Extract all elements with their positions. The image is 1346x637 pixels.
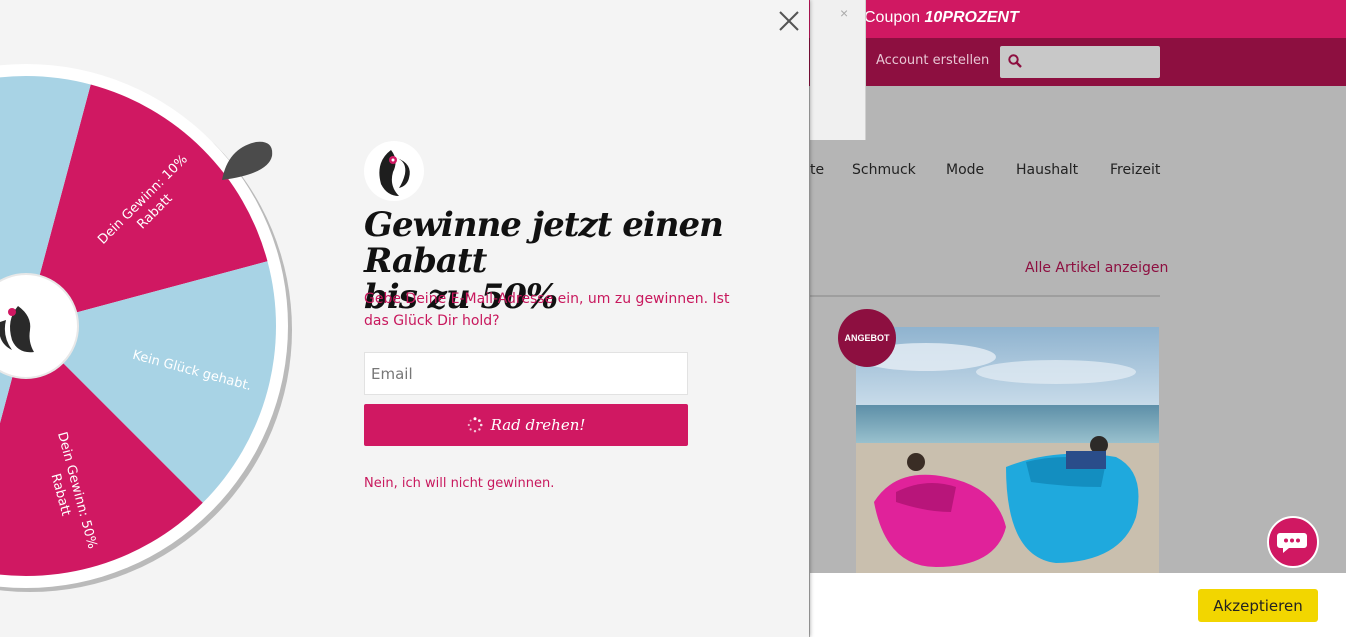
beach-loungers-image [856, 327, 1159, 573]
notice-box: × [810, 0, 866, 140]
logo-icon [364, 141, 424, 201]
spin-wheel-button[interactable]: Rad drehen! [364, 404, 688, 446]
category-mode[interactable]: Mode [946, 162, 984, 178]
chat-icon [1277, 533, 1307, 553]
account-link[interactable]: Account erstellen [876, 53, 989, 68]
pointer-icon [222, 141, 273, 180]
chat-button[interactable] [1267, 516, 1319, 568]
notice-close-icon[interactable]: × [840, 5, 848, 21]
promo-code: 10PROZENT [924, 9, 1019, 26]
close-icon[interactable] [776, 8, 802, 34]
offer-badge: ANGEBOT [838, 309, 896, 367]
promo-text: Coupon 10PROZENT [864, 9, 1019, 27]
category-partial[interactable]: te [810, 162, 824, 178]
search-icon [1008, 54, 1022, 68]
spinner-icon [467, 417, 483, 433]
product-image[interactable] [856, 327, 1159, 573]
category-haushalt[interactable]: Haushalt [1016, 162, 1078, 178]
accept-cookies-button[interactable]: Akzeptieren [1198, 589, 1318, 622]
all-articles-link[interactable]: Alle Artikel anzeigen [1025, 260, 1168, 276]
category-schmuck[interactable]: Schmuck [852, 162, 916, 178]
promo-label: Coupon [864, 9, 921, 26]
search-input[interactable] [1000, 46, 1160, 78]
spin-wheel-popup: Dein Gewinn: 10%Rabatt Kein Glück gehabt.… [0, 0, 809, 637]
spin-button-label: Rad drehen! [490, 416, 586, 434]
category-freizeit[interactable]: Freizeit [1110, 162, 1160, 178]
decline-link[interactable]: Nein, ich will nicht gewinnen. [364, 476, 554, 491]
email-field[interactable] [364, 352, 688, 395]
headline-line-1: Gewinne jetzt einen Rabatt [364, 205, 724, 281]
popup-subtext: Gebe Deine E-Mail-Adresse ein, um zu gew… [364, 291, 730, 329]
section-divider [810, 295, 1160, 297]
